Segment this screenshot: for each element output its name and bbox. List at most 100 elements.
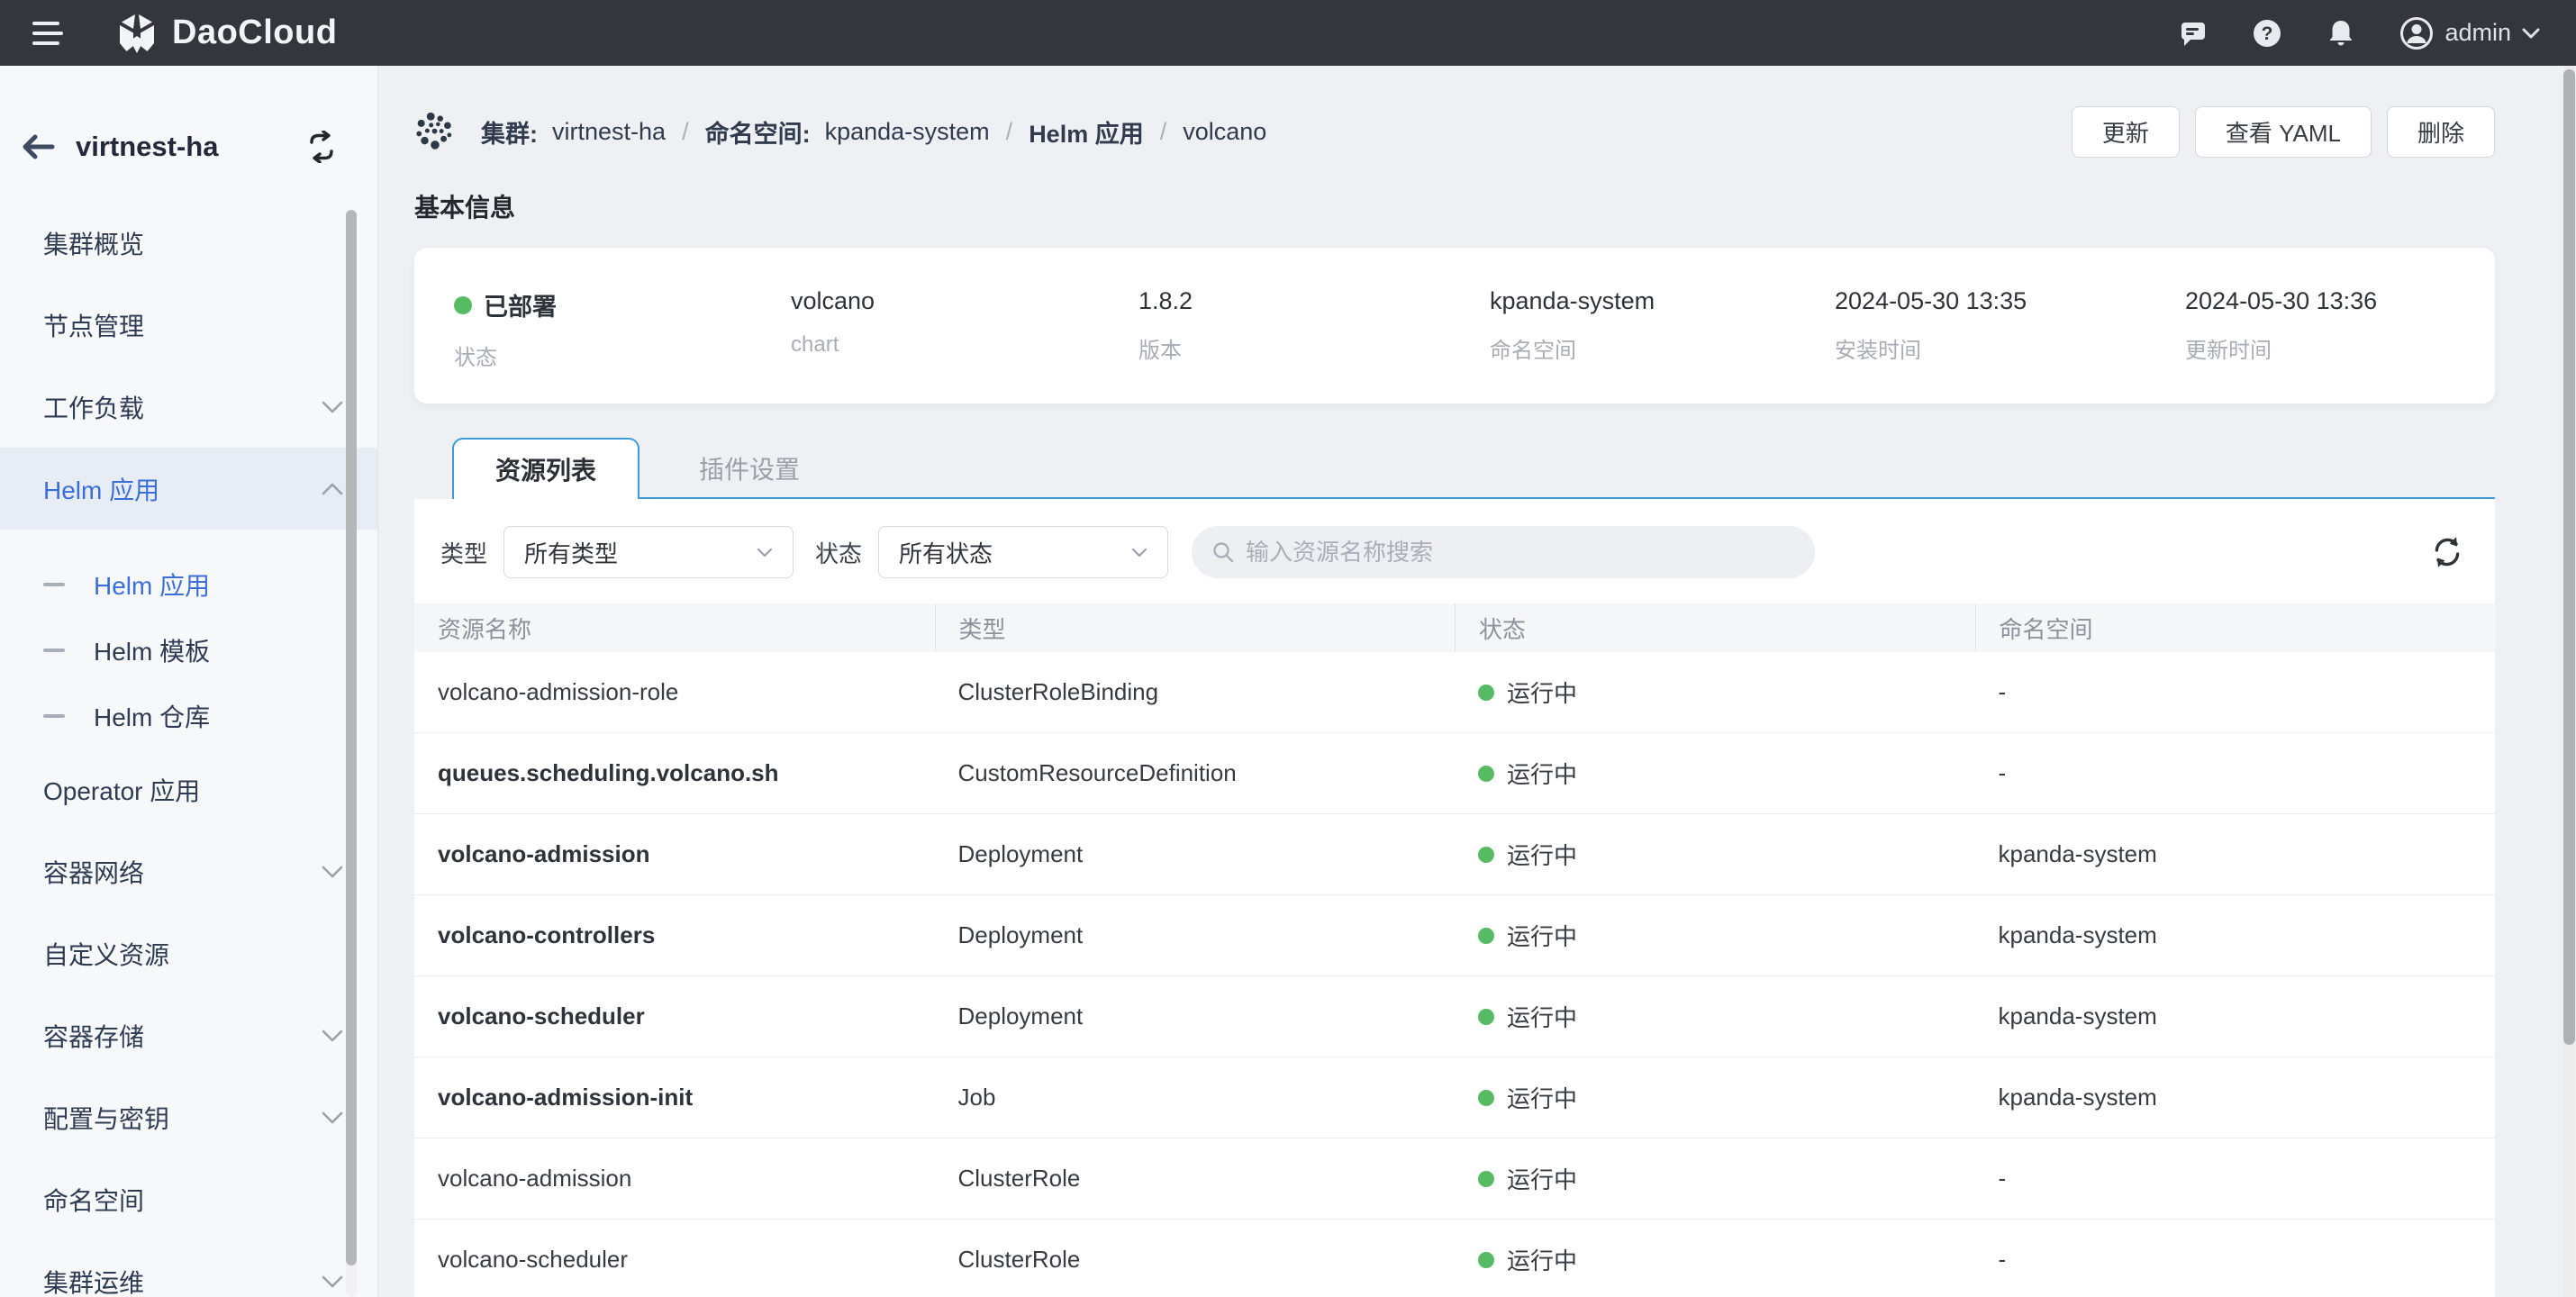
resource-name-cell: volcano-admission-init xyxy=(414,1084,935,1111)
sidebar-item-workloads[interactable]: 工作负载 xyxy=(0,366,377,448)
sidebar-item-cluster-overview[interactable]: 集群概览 xyxy=(0,202,377,284)
resource-status-cell: 运行中 xyxy=(1455,1243,1975,1276)
status-text: 运行中 xyxy=(1507,919,1577,952)
breadcrumb-cluster-label: 集群: xyxy=(481,114,538,150)
resource-namespace-cell: - xyxy=(1975,1246,2496,1274)
table-row[interactable]: volcano-admission ClusterRole 运行中 - xyxy=(414,1138,2495,1220)
status-filter-select[interactable]: 所有状态 xyxy=(878,526,1168,578)
tab-resource-list[interactable]: 资源列表 xyxy=(452,438,639,499)
sidebar-item-config-secrets[interactable]: 配置与密钥 xyxy=(0,1076,377,1158)
hamburger-menu-icon[interactable] xyxy=(32,22,63,45)
brand-name: DaoCloud xyxy=(172,14,337,52)
resource-status-cell: 运行中 xyxy=(1455,676,1975,709)
status-dot-icon xyxy=(1478,1252,1494,1268)
table-row[interactable]: volcano-controllers Deployment 运行中 kpand… xyxy=(414,895,2495,976)
breadcrumb-app-name: volcano xyxy=(1183,118,1266,146)
dash-icon xyxy=(43,583,65,586)
search-icon xyxy=(1211,540,1235,564)
sidebar-item-container-network[interactable]: 容器网络 xyxy=(0,830,377,912)
breadcrumb-namespace-label: 命名空间: xyxy=(705,114,811,150)
page-scrollbar-thumb[interactable] xyxy=(2563,69,2575,1045)
version-label: 版本 xyxy=(1138,332,1490,364)
account-menu[interactable]: admin xyxy=(2399,16,2540,50)
status-dot-icon xyxy=(1478,766,1494,782)
table-row[interactable]: volcano-admission Deployment 运行中 kpanda-… xyxy=(414,814,2495,895)
table-row[interactable]: volcano-scheduler ClusterRole 运行中 - xyxy=(414,1220,2495,1297)
status-text: 运行中 xyxy=(1507,838,1577,871)
sidebar-item-custom-resources[interactable]: 自定义资源 xyxy=(0,912,377,994)
resource-type-cell: CustomResourceDefinition xyxy=(935,759,1456,787)
chevron-down-icon xyxy=(322,1029,343,1042)
resource-name-cell: volcano-admission-role xyxy=(414,678,935,706)
chevron-down-icon xyxy=(322,866,343,878)
resource-type-cell: ClusterRole xyxy=(935,1246,1456,1274)
main-content: 集群: virtnest-ha / 命名空间: kpanda-system / … xyxy=(378,66,2576,1297)
message-icon[interactable] xyxy=(2179,19,2208,48)
sidebar-item-namespaces[interactable]: 命名空间 xyxy=(0,1158,377,1240)
table-row[interactable]: queues.scheduling.volcano.sh CustomResou… xyxy=(414,733,2495,814)
cluster-dots-icon xyxy=(414,112,456,153)
breadcrumb: 集群: virtnest-ha / 命名空间: kpanda-system / … xyxy=(414,112,1266,153)
sidebar: virtnest-ha 集群概览 节点管理 工作负载 Helm 应用 Helm … xyxy=(0,66,378,1297)
table-row[interactable]: volcano-admission-init Job 运行中 kpanda-sy… xyxy=(414,1057,2495,1138)
column-status: 状态 xyxy=(1455,603,1975,652)
breadcrumb-app-type[interactable]: Helm 应用 xyxy=(1029,114,1144,150)
back-arrow-icon[interactable] xyxy=(20,132,56,161)
resource-status-cell: 运行中 xyxy=(1455,1081,1975,1114)
sidebar-item-cluster-ops[interactable]: 集群运维 xyxy=(0,1240,377,1297)
sidebar-item-node-management[interactable]: 节点管理 xyxy=(0,284,377,366)
resource-type-cell: Deployment xyxy=(935,921,1456,949)
sidebar-scrollbar-thumb[interactable] xyxy=(346,210,357,1265)
search-input[interactable] xyxy=(1246,539,1804,567)
breadcrumb-namespace-value[interactable]: kpanda-system xyxy=(825,118,990,146)
refresh-icon[interactable] xyxy=(2430,535,2464,569)
resource-type-cell: ClusterRole xyxy=(935,1165,1456,1193)
table-row[interactable]: volcano-admission-role ClusterRoleBindin… xyxy=(414,652,2495,733)
install-time-label: 安装时间 xyxy=(1835,332,2185,364)
view-yaml-button[interactable]: 查看 YAML xyxy=(2195,106,2372,158)
sidebar-subitem-helm-templates[interactable]: Helm 模板 xyxy=(0,617,377,683)
status-text: 运行中 xyxy=(1507,1162,1577,1195)
swap-cluster-icon[interactable] xyxy=(305,131,338,163)
resource-name-cell: volcano-admission xyxy=(414,840,935,868)
column-resource-name: 资源名称 xyxy=(414,603,935,652)
resource-table: 资源名称 类型 状态 命名空间 volcano-admission-role C… xyxy=(414,603,2495,1297)
update-button[interactable]: 更新 xyxy=(2072,106,2180,158)
resource-namespace-cell: kpanda-system xyxy=(1975,1084,2496,1111)
sidebar-subitem-helm-repos[interactable]: Helm 仓库 xyxy=(0,683,377,748)
resource-name-cell: volcano-controllers xyxy=(414,921,935,949)
basic-info-title: 基本信息 xyxy=(414,188,2576,224)
resource-status-cell: 运行中 xyxy=(1455,919,1975,952)
username: admin xyxy=(2444,19,2511,47)
sidebar-item-helm-apps-group[interactable]: Helm 应用 xyxy=(0,448,377,530)
sidebar-item-operator-apps[interactable]: Operator 应用 xyxy=(0,748,377,830)
install-time-value: 2024-05-30 13:35 xyxy=(1835,287,2185,315)
table-row[interactable]: volcano-scheduler Deployment 运行中 kpanda-… xyxy=(414,976,2495,1057)
resource-namespace-cell: kpanda-system xyxy=(1975,840,2496,868)
type-filter-select[interactable]: 所有类型 xyxy=(503,526,794,578)
sidebar-item-container-storage[interactable]: 容器存储 xyxy=(0,994,377,1076)
chevron-down-icon xyxy=(322,1111,343,1124)
resource-status-cell: 运行中 xyxy=(1455,838,1975,871)
resource-status-cell: 运行中 xyxy=(1455,1000,1975,1033)
daocloud-logo-icon xyxy=(115,12,159,55)
resource-namespace-cell: kpanda-system xyxy=(1975,1002,2496,1030)
top-bar: DaoCloud ? xyxy=(0,0,2576,66)
chevron-down-icon xyxy=(322,1275,343,1288)
status-dot-icon xyxy=(1478,685,1494,701)
status-dot-icon xyxy=(1478,1009,1494,1025)
help-icon[interactable]: ? xyxy=(2252,18,2282,49)
bell-icon[interactable] xyxy=(2327,19,2355,48)
sidebar-subitem-helm-apps[interactable]: Helm 应用 xyxy=(0,551,377,617)
version-value: 1.8.2 xyxy=(1138,287,1490,315)
chevron-down-icon xyxy=(1131,548,1147,558)
resource-type-cell: Deployment xyxy=(935,1002,1456,1030)
chevron-up-icon xyxy=(322,483,343,495)
table-header: 资源名称 类型 状态 命名空间 xyxy=(414,603,2495,652)
delete-button[interactable]: 删除 xyxy=(2387,106,2495,158)
resource-name-cell: volcano-scheduler xyxy=(414,1002,935,1030)
svg-text:?: ? xyxy=(2262,23,2273,44)
tab-plugin-settings[interactable]: 插件设置 xyxy=(639,440,859,497)
chevron-down-icon xyxy=(757,548,773,558)
breadcrumb-cluster-value[interactable]: virtnest-ha xyxy=(552,118,666,146)
